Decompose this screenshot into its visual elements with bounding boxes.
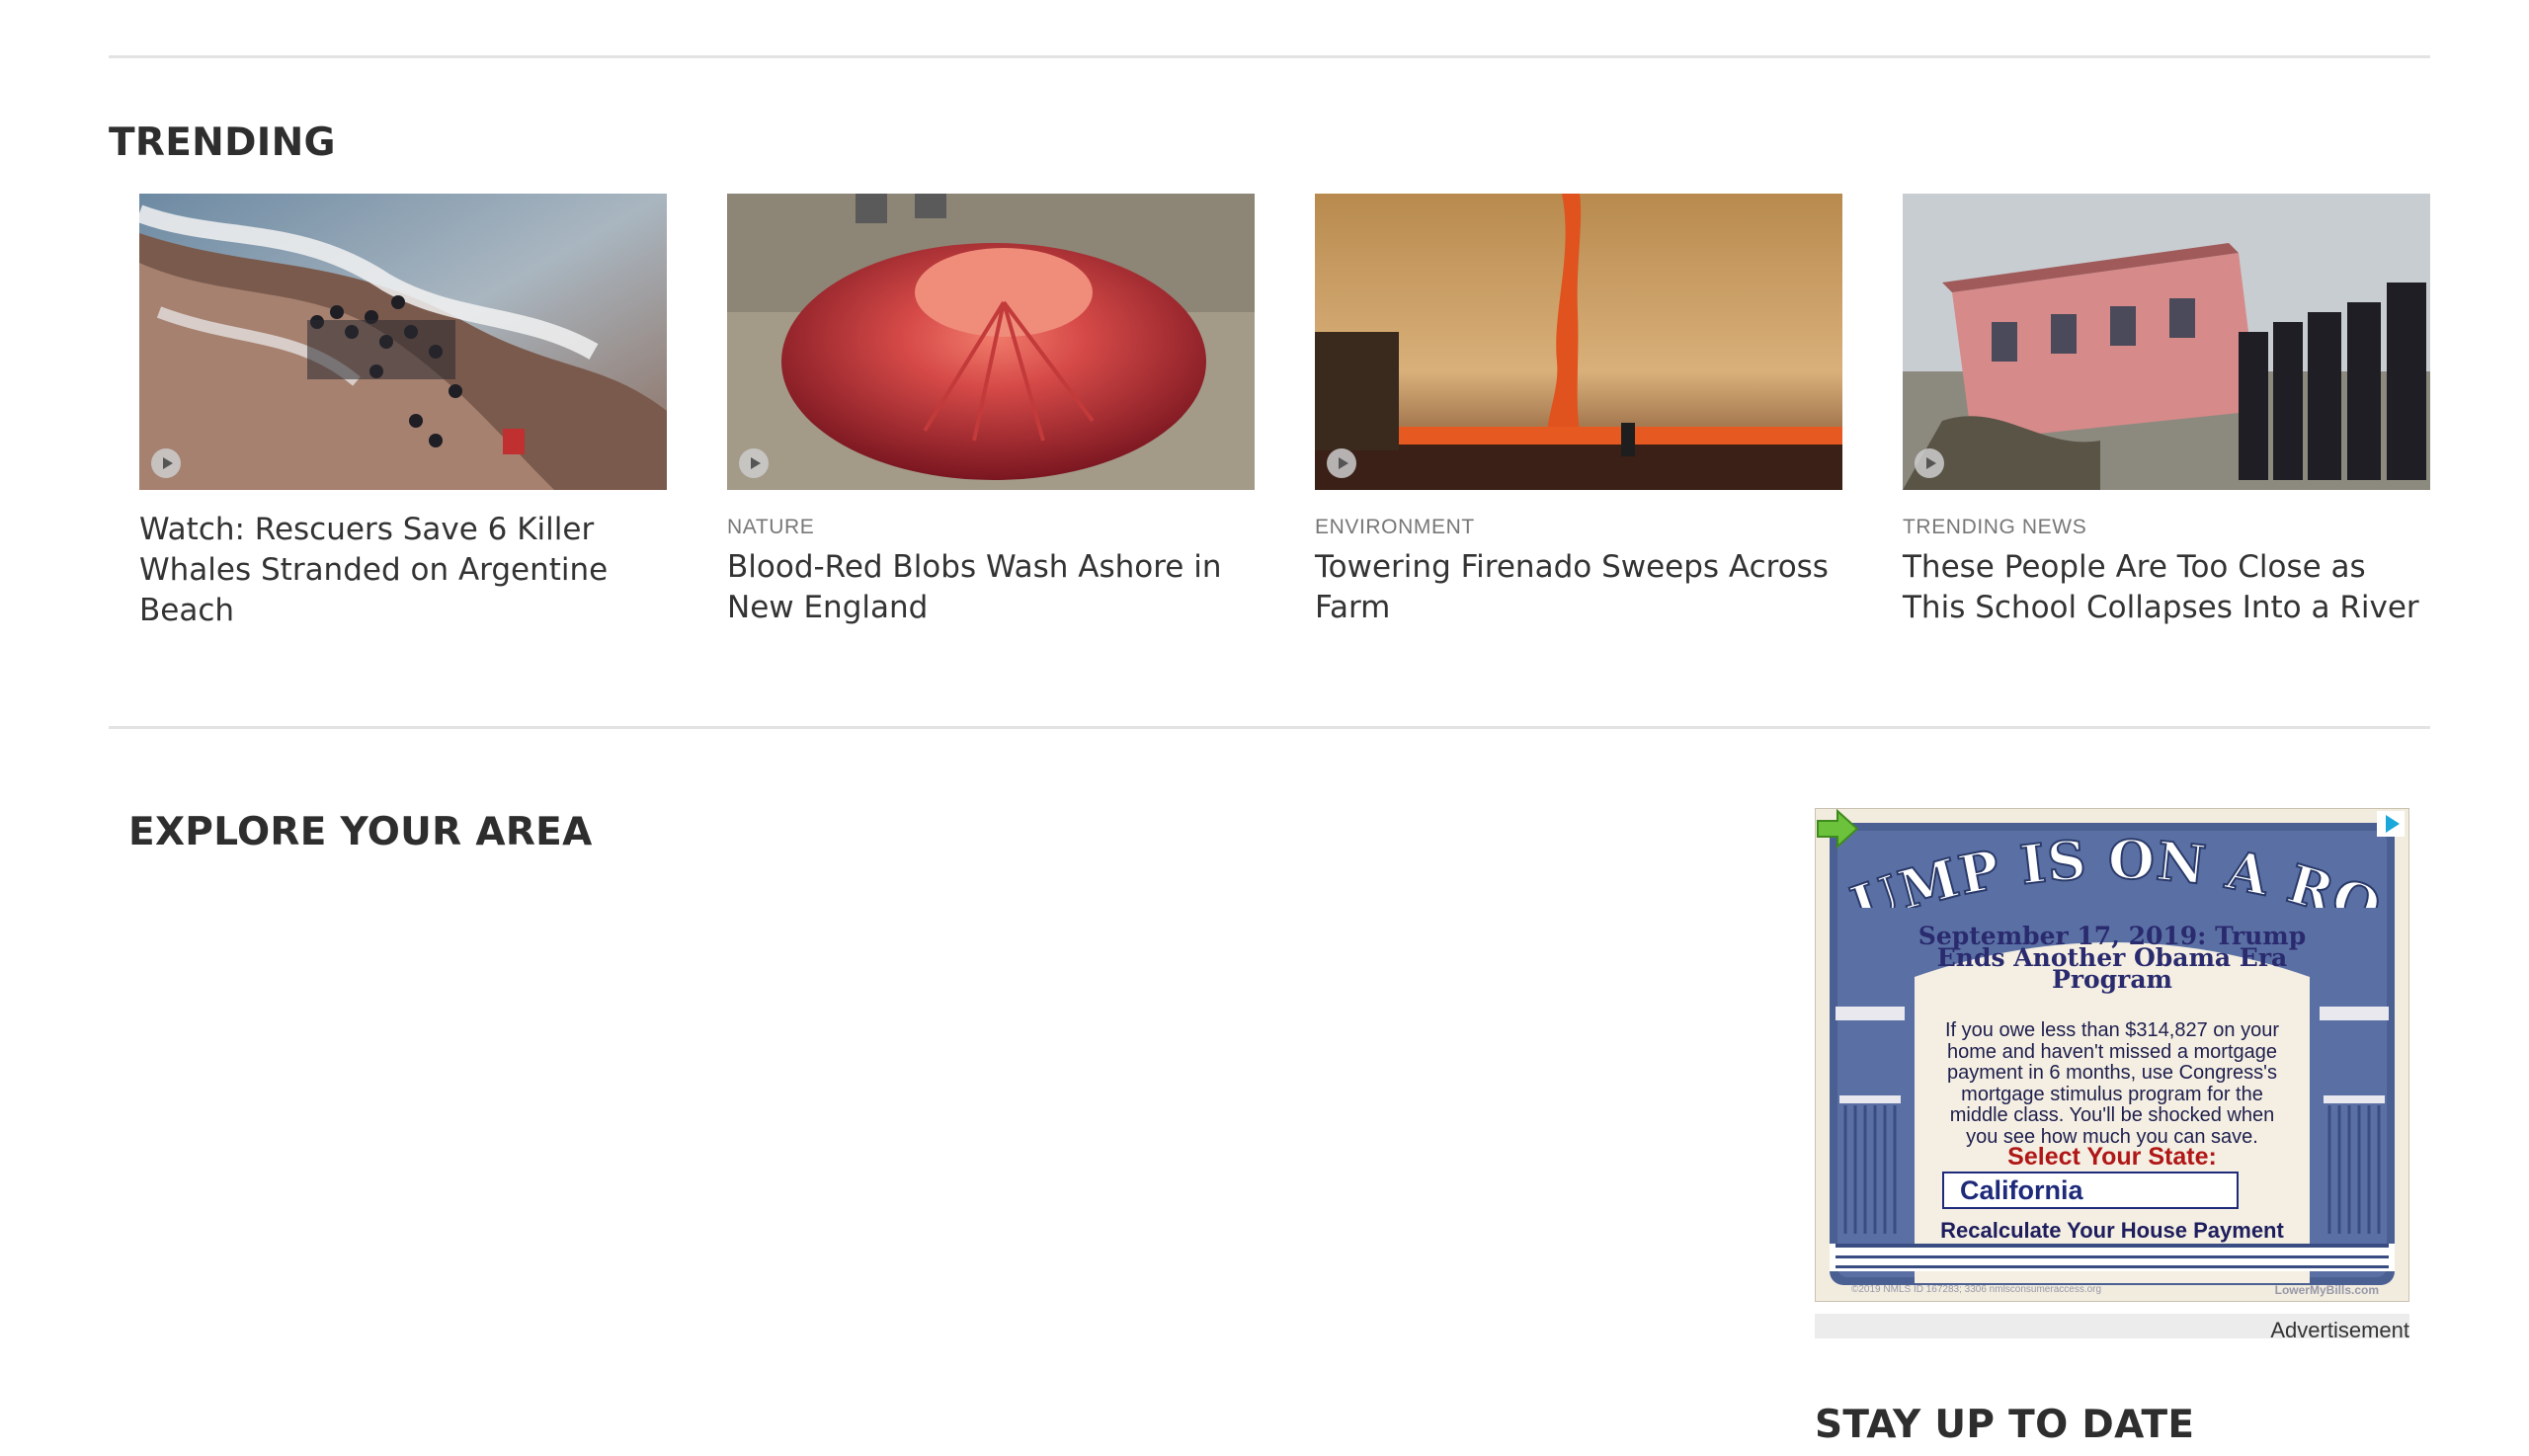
advertisement-banner[interactable]: TRUMP IS ON A ROLL September 17, 2019: T… <box>1815 808 2409 1302</box>
ad-brand-text: LowerMyBills.com <box>2274 1283 2379 1297</box>
arrow-right-icon[interactable] <box>1816 809 1859 849</box>
ad-legal-text: ©2019 NMLS ID 167283; 3306 nmlsconsumera… <box>1851 1284 2102 1295</box>
state-select[interactable]: California <box>1942 1172 2239 1209</box>
card-headline[interactable]: Blood-Red Blobs Wash Ashore in New Engla… <box>727 547 1255 628</box>
ad-cta-link[interactable]: Recalculate Your House Payment <box>1816 1218 2408 1244</box>
ad-label-bar: Advertisement <box>1815 1314 2409 1342</box>
top-divider <box>109 55 2430 58</box>
collapsing-school-photo[interactable] <box>1903 194 2430 490</box>
stay-up-to-date-heading: STAY UP TO DATE <box>1815 1403 2195 1447</box>
ad-body-text: If you owe less than $314,827 on your ho… <box>1944 1019 2279 1148</box>
card-headline[interactable]: These People Are Too Close as This Schoo… <box>1903 547 2430 628</box>
play-icon[interactable] <box>1915 448 1944 478</box>
section-divider <box>109 726 2430 729</box>
beach-rescue-photo[interactable] <box>139 194 667 490</box>
play-icon[interactable] <box>739 448 769 478</box>
card-category[interactable]: ENVIRONMENT <box>1315 516 1842 539</box>
trending-card[interactable]: ENVIRONMENT Towering Firenado Sweeps Acr… <box>1315 194 1842 628</box>
svg-text:TRUMP IS ON A ROLL: TRUMP IS ON A ROLL <box>1816 809 2390 908</box>
red-jellyfish-photo[interactable] <box>727 194 1255 490</box>
card-category[interactable]: NATURE <box>727 516 1255 539</box>
play-icon[interactable] <box>151 448 181 478</box>
ad-banner-title: TRUMP IS ON A ROLL <box>1816 809 2390 908</box>
trending-card[interactable]: TRENDING NEWS These People Are Too Close… <box>1903 194 2430 628</box>
play-icon[interactable] <box>1327 448 1356 478</box>
ad-select-label: Select Your State: <box>2007 1143 2217 1171</box>
trending-card[interactable]: Watch: Rescuers Save 6 Killer Whales Str… <box>139 194 667 631</box>
card-category[interactable]: TRENDING NEWS <box>1903 516 2430 539</box>
ad-headline: September 17, 2019: Trump Ends Another O… <box>1917 922 2307 994</box>
fire-tornado-photo[interactable] <box>1315 194 1842 490</box>
ad-content[interactable]: TRUMP IS ON A ROLL September 17, 2019: T… <box>1816 809 2408 1301</box>
advertisement-label: Advertisement <box>2270 1318 2409 1342</box>
card-headline[interactable]: Watch: Rescuers Save 6 Killer Whales Str… <box>139 510 667 631</box>
trending-heading: TRENDING <box>109 121 336 165</box>
card-headline[interactable]: Towering Firenado Sweeps Across Farm <box>1315 547 1842 628</box>
trending-card[interactable]: NATURE Blood-Red Blobs Wash Ashore in Ne… <box>727 194 1255 628</box>
adchoices-icon[interactable] <box>2377 811 2405 837</box>
explore-heading: EXPLORE YOUR AREA <box>128 810 593 854</box>
